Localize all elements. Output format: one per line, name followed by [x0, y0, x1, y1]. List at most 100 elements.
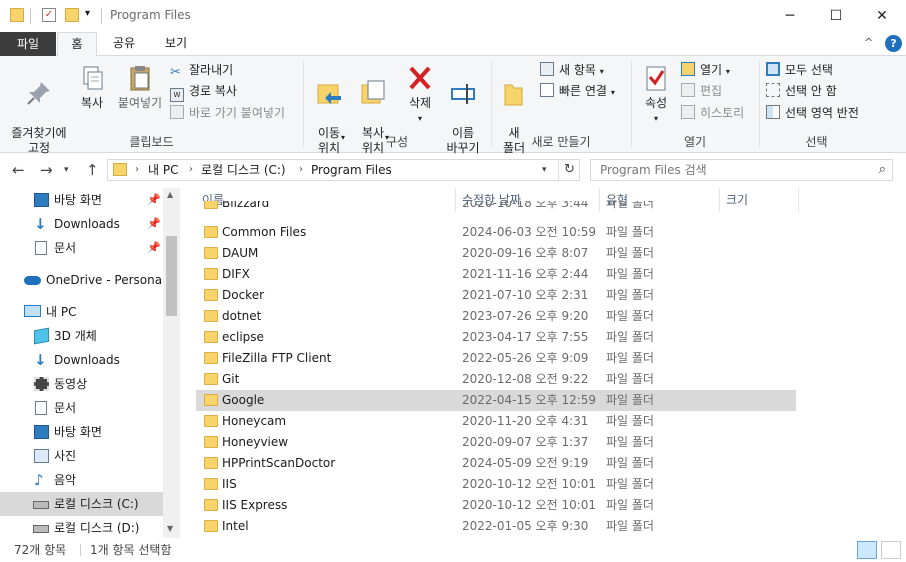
delete-button[interactable]: 삭제 ▾: [400, 64, 440, 126]
easy-access-button[interactable]: 빠른 연결 ▾: [540, 81, 615, 101]
paste-button[interactable]: 붙여넣기: [112, 64, 168, 111]
file-type: 파일 폴더: [606, 414, 654, 428]
file-name: dotnet: [222, 309, 262, 323]
file-date: 2020-10-12 오전 10:01: [462, 477, 597, 491]
nav-item-desktop[interactable]: 바탕 화면 📌: [0, 188, 163, 212]
table-row[interactable]: dotnet 2023-07-26 오후 9:20 파일 폴더: [196, 306, 796, 327]
nav-item-downloads[interactable]: ↓ Downloads 📌: [0, 212, 163, 236]
table-row[interactable]: HPPrintScanDoctor 2024-05-09 오전 9:19 파일 폴더: [196, 453, 796, 474]
forward-icon[interactable]: →: [40, 161, 53, 179]
customize-quick-access-icon[interactable]: ▾: [85, 8, 90, 19]
properties-button[interactable]: 속성 ▾: [636, 64, 676, 126]
nav-item-videos[interactable]: 동영상: [0, 372, 163, 396]
table-row[interactable]: IIS 2020-10-12 오전 10:01 파일 폴더: [196, 474, 796, 495]
drive-icon: [33, 525, 49, 533]
group-label-new: 새로 만들기: [531, 135, 591, 149]
back-icon[interactable]: ←: [12, 161, 25, 179]
copy-path-button[interactable]: W 경로 복사: [170, 81, 237, 102]
pin-icon[interactable]: 📌: [147, 212, 161, 236]
table-row[interactable]: FileZilla FTP Client 2022-05-26 오후 9:09 파일…: [196, 348, 796, 369]
close-button[interactable]: ✕: [859, 0, 905, 32]
tab-view[interactable]: 보기: [154, 32, 198, 56]
up-icon[interactable]: ↑: [86, 161, 99, 179]
nav-item-local-disk-d[interactable]: 로컬 디스크 (D:): [0, 516, 163, 538]
file-date: 2022-05-26 오후 9:09: [462, 351, 589, 365]
nav-item-this-pc[interactable]: 내 PC: [0, 300, 163, 324]
tab-home[interactable]: 홈: [57, 32, 97, 57]
select-none-button[interactable]: 선택 안 함: [766, 81, 837, 101]
breadcrumb-local-disk[interactable]: 로컬 디스크 (C:): [201, 160, 286, 180]
nav-item-desktop-pc[interactable]: 바탕 화면: [0, 420, 163, 444]
open-button[interactable]: 열기 ▾: [681, 60, 730, 80]
tab-file[interactable]: 파일: [0, 32, 56, 56]
search-input[interactable]: Program Files 검색 ⌕: [590, 159, 893, 181]
breadcrumb-this-pc[interactable]: 내 PC: [148, 160, 178, 180]
nav-item-pictures[interactable]: 사진: [0, 444, 163, 468]
history-button[interactable]: 히스토리: [681, 103, 744, 123]
folder-icon: [204, 478, 218, 490]
table-row[interactable]: Blizzard 2020-10-18 오후 3:44 파일 폴더: [196, 201, 796, 215]
nav-item-documents[interactable]: 문서 📌: [0, 236, 163, 260]
folder-icon: [204, 289, 218, 301]
address-dropdown-icon[interactable]: ▾: [542, 160, 547, 180]
large-icons-view-icon[interactable]: [881, 541, 901, 559]
nav-scrollbar-thumb[interactable]: [166, 236, 177, 316]
file-name: FileZilla FTP Client: [222, 351, 332, 365]
table-row[interactable]: IIS Express 2020-10-12 오전 10:01 파일 폴더: [196, 495, 796, 516]
new-folder-quick-icon[interactable]: [65, 8, 79, 22]
pin-icon[interactable]: 📌: [147, 236, 161, 260]
table-row[interactable]: Common Files 2024-06-03 오전 10:59 파일 폴더: [196, 222, 796, 243]
content-scrollbar[interactable]: ▲ ▼: [888, 188, 890, 538]
paste-icon: [126, 64, 154, 92]
table-row[interactable]: DAUM 2020-09-16 오후 8:07 파일 폴더: [196, 243, 796, 264]
nav-item-music[interactable]: ♪ 음악: [0, 468, 163, 492]
table-row[interactable]: Docker 2021-07-10 오후 2:31 파일 폴더: [196, 285, 796, 306]
table-row[interactable]: Google 2022-04-15 오후 12:59 파일 폴더: [196, 390, 796, 411]
minimize-button[interactable]: ─: [767, 0, 813, 32]
folder-icon: [204, 226, 218, 238]
table-row[interactable]: Honeycam 2020-11-20 오후 4:31 파일 폴더: [196, 411, 796, 432]
nav-item-documents-pc[interactable]: 문서: [0, 396, 163, 420]
file-date: 2020-12-08 오전 9:22: [462, 372, 589, 386]
cut-button[interactable]: ✂ 잘라내기: [170, 60, 233, 80]
desktop-icon: [34, 425, 49, 439]
invert-selection-button[interactable]: 선택 영역 반전: [766, 103, 859, 123]
scroll-up-icon[interactable]: ▲: [167, 190, 173, 199]
edit-button[interactable]: 편집: [681, 81, 722, 101]
nav-item-3d-objects[interactable]: 3D 개체: [0, 324, 163, 348]
table-row[interactable]: Intel 2022-01-05 오후 9:30 파일 폴더: [196, 516, 796, 537]
table-row[interactable]: DIFX 2021-11-16 오후 2:44 파일 폴더: [196, 264, 796, 285]
scroll-down-icon[interactable]: ▼: [167, 524, 173, 533]
copy-button[interactable]: 복사: [74, 64, 110, 111]
nav-item-downloads-pc[interactable]: ↓ Downloads: [0, 348, 163, 372]
properties-quick-icon[interactable]: ✓: [42, 8, 56, 22]
nav-item-onedrive[interactable]: OneDrive - Personal: [0, 268, 165, 292]
file-type: 파일 폴더: [606, 393, 654, 407]
table-row[interactable]: Honeyview 2020-09-07 오후 1:37 파일 폴더: [196, 432, 796, 453]
nav-scrollbar[interactable]: ▲ ▼: [163, 188, 180, 538]
refresh-icon[interactable]: ↻: [564, 160, 575, 180]
computer-icon: [24, 305, 41, 317]
file-type: 파일 폴더: [606, 372, 654, 386]
file-type: 파일 폴더: [606, 288, 654, 302]
table-row[interactable]: Git 2020-12-08 오전 9:22 파일 폴더: [196, 369, 796, 390]
recent-locations-icon[interactable]: ▾: [64, 165, 69, 175]
paste-shortcut-button[interactable]: 바로 가기 붙여넣기: [170, 103, 285, 123]
tab-share[interactable]: 공유: [102, 32, 146, 56]
breadcrumb-program-files[interactable]: Program Files: [311, 160, 392, 180]
pin-icon[interactable]: 📌: [147, 188, 161, 212]
select-all-button[interactable]: 모두 선택: [766, 60, 833, 80]
new-item-button[interactable]: 새 항목 ▾: [540, 60, 604, 80]
folder-icon: [113, 163, 127, 176]
file-name: DAUM: [222, 246, 259, 260]
video-icon: [34, 377, 49, 391]
maximize-button[interactable]: ☐: [813, 0, 859, 32]
help-icon[interactable]: ?: [885, 35, 902, 52]
address-input[interactable]: › 내 PC › 로컬 디스크 (C:) › Program Files ▾ ↻: [107, 159, 580, 181]
table-row[interactable]: eclipse 2023-04-17 오후 7:55 파일 폴더: [196, 327, 796, 348]
download-icon: ↓: [34, 351, 47, 369]
nav-item-local-disk-c[interactable]: 로컬 디스크 (C:): [0, 492, 163, 516]
new-folder-icon: [500, 79, 528, 107]
collapse-ribbon-icon[interactable]: ^: [864, 36, 873, 49]
details-view-icon[interactable]: [857, 541, 877, 559]
